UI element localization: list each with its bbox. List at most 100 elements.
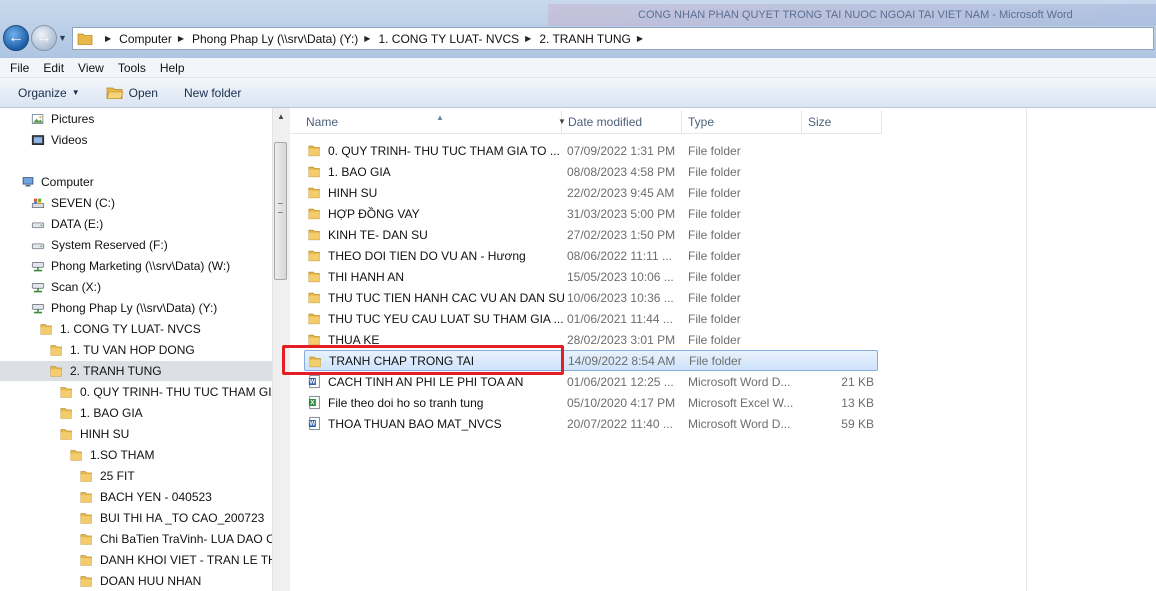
- file-row[interactable]: W THOA THUAN BAO MAT_NVCS 20/07/2022 11:40…: [304, 413, 878, 434]
- nav-item-label: BUI THI HA _TO CAO_200723: [100, 511, 265, 525]
- column-header-size[interactable]: Size: [802, 110, 882, 134]
- recent-pages-dropdown-icon[interactable]: ▼: [58, 33, 67, 43]
- folder-icon: [80, 513, 92, 524]
- column-header-name[interactable]: Name ▲ ▼: [300, 110, 566, 134]
- breadcrumb-item-drive[interactable]: Phong Phap Ly (\\srv\Data) (Y:) ▶: [192, 32, 378, 46]
- nav-item[interactable]: Phong Phap Ly (\\srv\Data) (Y:): [30, 298, 217, 318]
- breadcrumb-item-tranh-tung[interactable]: 2. TRANH TUNG ▶: [539, 32, 651, 46]
- nav-item-label: BACH YEN - 040523: [100, 490, 212, 504]
- nav-item[interactable]: Chi BaTien TraVinh- LUA DAO C: [80, 529, 272, 549]
- annotation-highlight-box: [282, 345, 564, 375]
- file-date-modified: 14/09/2022 8:54 AM: [568, 353, 676, 368]
- scrollbar-thumb[interactable]: [274, 142, 287, 280]
- network-drive-icon: [31, 261, 45, 271]
- nav-item[interactable]: Phong Marketing (\\srv\Data) (W:): [30, 256, 230, 276]
- new-folder-button[interactable]: New folder: [184, 86, 241, 100]
- menu-tools[interactable]: Tools: [118, 61, 146, 75]
- nav-item[interactable]: DOAN HUU NHAN: [80, 571, 201, 591]
- nav-item[interactable]: DATA (E:): [30, 214, 103, 234]
- file-row[interactable]: X File theo doi ho so tranh tung 05/10/202…: [304, 392, 878, 413]
- file-size: 21 KB: [841, 374, 874, 389]
- file-name: 1. BAO GIA: [328, 164, 391, 179]
- word-doc-icon: W: [308, 416, 320, 431]
- file-name: THU TUC TIEN HANH CAC VU AN DAN SU: [328, 290, 564, 305]
- file-row[interactable]: HỢP ĐỒNG VAY 31/03/2023 5:00 PM File folde…: [304, 203, 878, 224]
- nav-item[interactable]: Computer: [20, 172, 94, 192]
- forward-button[interactable]: →: [31, 25, 57, 51]
- file-name: THU TUC YEU CAU LUAT SU THAM GIA ...: [328, 311, 564, 326]
- file-row[interactable]: THI HANH AN 15/05/2023 10:06 ... File fold…: [304, 266, 878, 287]
- back-button[interactable]: ←: [3, 25, 29, 51]
- nav-item[interactable]: SEVEN (C:): [30, 193, 115, 213]
- file-type: File folder: [688, 164, 741, 179]
- file-row[interactable]: THU TUC TIEN HANH CAC VU AN DAN SU 10/06/…: [304, 287, 878, 308]
- excel-doc-icon: X: [308, 395, 320, 410]
- nav-item[interactable]: 1. CONG TY LUAT- NVCS: [40, 319, 201, 339]
- menu-edit[interactable]: Edit: [43, 61, 64, 75]
- file-type: File folder: [688, 269, 741, 284]
- menu-help[interactable]: Help: [160, 61, 185, 75]
- nav-item[interactable]: 1. TU VAN HOP DONG: [50, 340, 195, 360]
- nav-item[interactable]: System Reserved (F:): [30, 235, 168, 255]
- nav-item[interactable]: 0. QUY TRINH- THU TUC THAM GIA: [60, 382, 272, 402]
- menu-view[interactable]: View: [78, 61, 104, 75]
- chevron-right-icon[interactable]: ▶: [364, 34, 370, 43]
- folder-icon: [308, 208, 320, 220]
- back-arrow-icon: ←: [8, 29, 24, 46]
- chevron-right-icon[interactable]: ▶: [525, 34, 531, 43]
- file-row[interactable]: 0. QUY TRINH- THU TUC THAM GIA TO ... 07/…: [304, 140, 878, 161]
- column-header-type[interactable]: Type: [682, 110, 802, 134]
- folder-icon: [60, 387, 72, 398]
- chevron-right-icon[interactable]: ▶: [178, 34, 184, 43]
- scroll-up-icon[interactable]: ▲: [277, 112, 285, 121]
- nav-item-label: DATA (E:): [51, 217, 104, 231]
- nav-item[interactable]: 1. BAO GIA: [60, 403, 143, 423]
- nav-item[interactable]: 25 FIT: [80, 466, 135, 486]
- column-label: Size: [808, 115, 832, 129]
- nav-item[interactable]: Videos: [30, 130, 87, 150]
- open-folder-icon: [106, 87, 124, 99]
- folder-icon: [50, 366, 62, 377]
- nav-item[interactable]: BACH YEN - 040523: [80, 487, 212, 507]
- breadcrumb-label: Phong Phap Ly (\\srv\Data) (Y:): [192, 31, 359, 46]
- word-doc-icon: W: [308, 374, 320, 389]
- file-type: File folder: [688, 248, 741, 263]
- breadcrumb-item-computer[interactable]: Computer ▶: [119, 32, 192, 46]
- nav-item[interactable]: Pictures: [30, 109, 94, 129]
- organize-label: Organize: [18, 85, 67, 100]
- file-type: File folder: [688, 290, 741, 305]
- column-header-date[interactable]: Date modified: [562, 110, 682, 134]
- file-date-modified: 01/06/2021 12:25 ...: [567, 374, 674, 389]
- column-headers: Name ▲ ▼ Date modified Type Size: [290, 110, 882, 134]
- open-button[interactable]: Open: [106, 86, 158, 100]
- file-date-modified: 20/07/2022 11:40 ...: [567, 416, 673, 431]
- pictures-icon: [31, 113, 44, 124]
- file-row[interactable]: HINH SU 22/02/2023 9:45 AM File folder: [304, 182, 878, 203]
- organize-button[interactable]: Organize ▼: [18, 86, 80, 100]
- navigation-pane[interactable]: Pictures Videos Computer SEVEN (C:) DATA (E:…: [0, 108, 272, 591]
- nav-item[interactable]: BUI THI HA _TO CAO_200723: [80, 508, 264, 528]
- file-row[interactable]: THU TUC YEU CAU LUAT SU THAM GIA ... 01/0…: [304, 308, 878, 329]
- file-row[interactable]: THEO DOI TIEN DO VU AN - Hương 08/06/2022…: [304, 245, 878, 266]
- nav-item[interactable]: Scan (X:): [30, 277, 101, 297]
- nav-item[interactable]: HINH SU: [60, 424, 129, 444]
- nav-item[interactable]: DANH KHOI VIET - TRAN LE THA: [80, 550, 272, 570]
- command-toolbar: Organize ▼ Open New folder: [0, 78, 1156, 108]
- file-date-modified: 22/02/2023 9:45 AM: [567, 185, 675, 200]
- chevron-right-icon[interactable]: ▶: [637, 34, 643, 43]
- file-row[interactable]: KINH TE- DAN SU 27/02/2023 1:50 PM File fo…: [304, 224, 878, 245]
- folder-icon: [308, 187, 320, 199]
- address-bar[interactable]: ▶ Computer ▶ Phong Phap Ly (\\srv\Data) (…: [72, 27, 1154, 50]
- nav-item[interactable]: 2. TRANH TUNG: [0, 361, 272, 381]
- file-row[interactable]: 1. BAO GIA 08/08/2023 4:58 PM File folder: [304, 161, 878, 182]
- breadcrumb-item-cong-ty-luat[interactable]: 1. CONG TY LUAT- NVCS ▶: [378, 32, 539, 46]
- chevron-right-icon: ▶: [105, 34, 112, 43]
- file-name: File theo doi ho so tranh tung: [328, 395, 484, 410]
- folder-icon: [77, 33, 93, 45]
- videos-icon: [31, 134, 45, 145]
- folder-icon: [308, 250, 320, 262]
- nav-item[interactable]: 1.SO THAM: [70, 445, 154, 465]
- breadcrumb-sep[interactable]: ▶: [99, 34, 119, 43]
- menu-file[interactable]: File: [10, 61, 29, 75]
- menu-bar: File Edit View Tools Help: [0, 58, 1156, 78]
